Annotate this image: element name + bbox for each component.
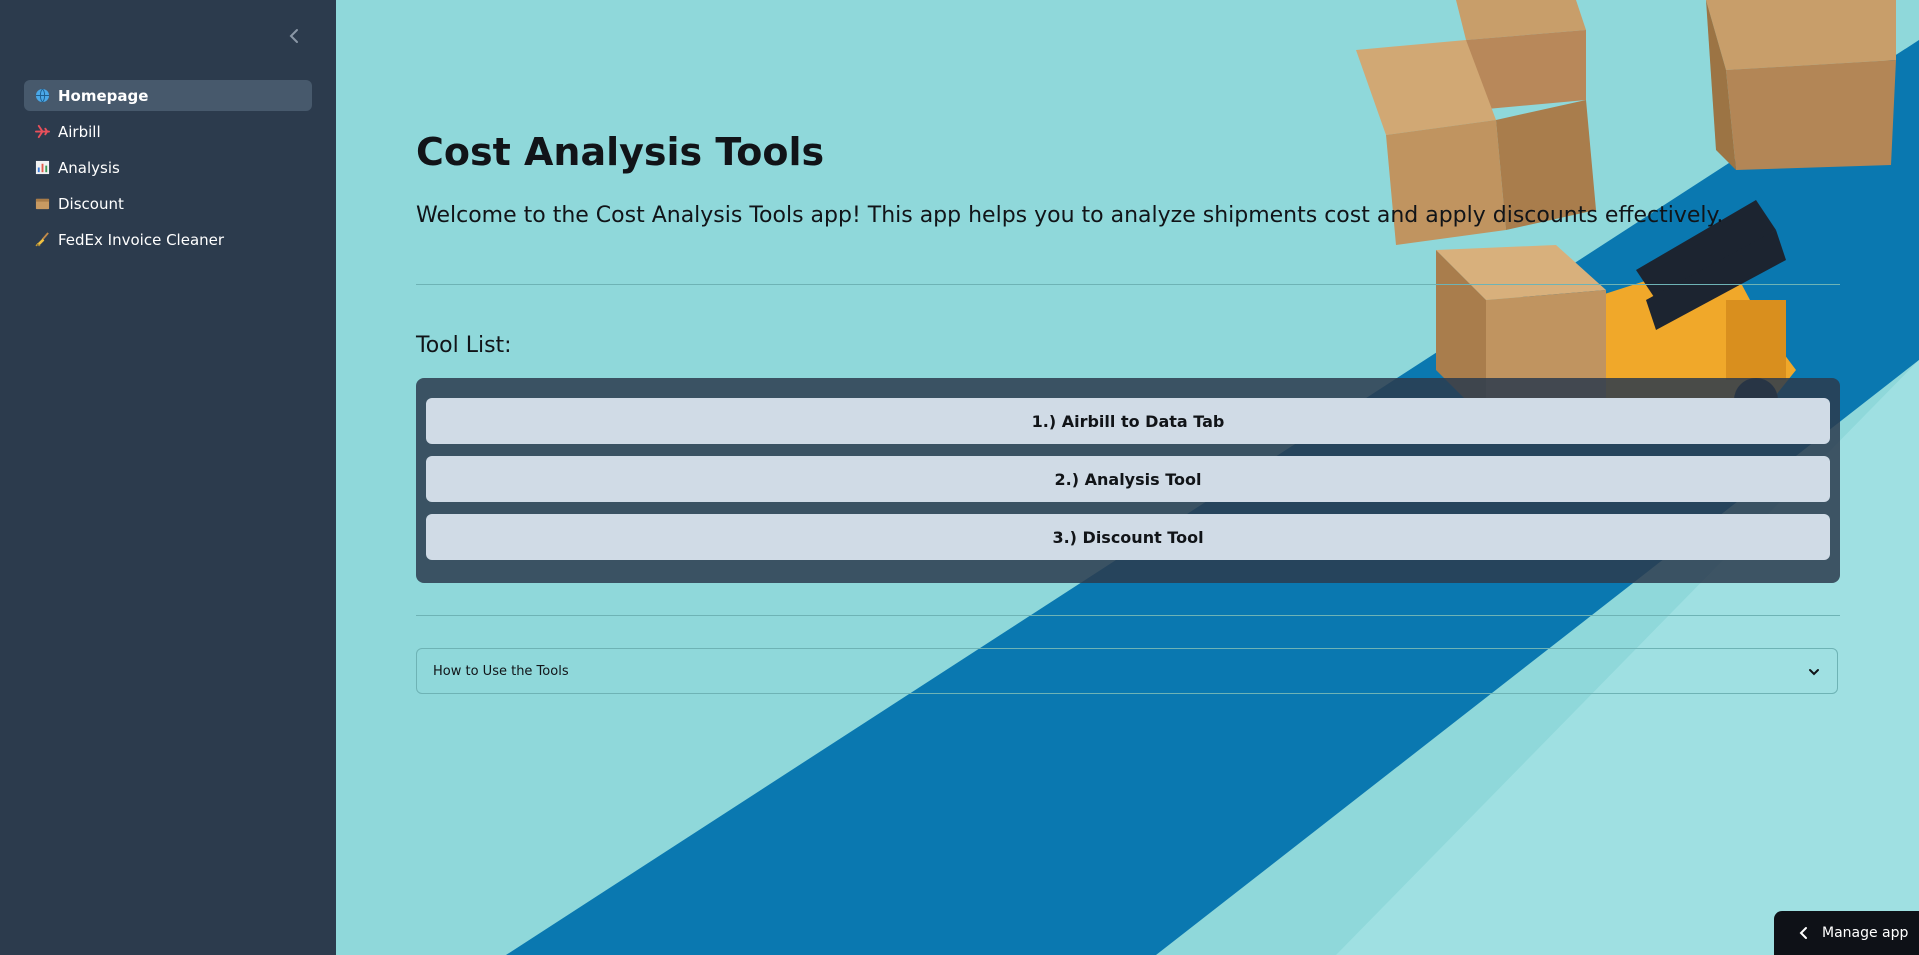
- manage-app-label: Manage app: [1822, 925, 1909, 941]
- how-to-use-expander[interactable]: How to Use the Tools: [416, 648, 1838, 694]
- discount-tool-button[interactable]: 3.) Discount Tool: [426, 514, 1830, 560]
- page-title: Cost Analysis Tools: [416, 130, 825, 174]
- sidebar-item-label: Discount: [58, 194, 124, 213]
- analysis-tool-button[interactable]: 2.) Analysis Tool: [426, 456, 1830, 502]
- main-content: Cost Analysis Tools Welcome to the Cost …: [336, 0, 1919, 955]
- collapse-sidebar-button[interactable]: [284, 26, 304, 50]
- sidebar-item-discount[interactable]: Discount: [24, 188, 312, 219]
- box-icon: [34, 196, 50, 212]
- airbill-to-data-tab-button[interactable]: 1.) Airbill to Data Tab: [426, 398, 1830, 444]
- sidebar-item-homepage[interactable]: Homepage: [24, 80, 312, 111]
- sidebar-item-label: FedEx Invoice Cleaner: [58, 230, 225, 249]
- tool-list-heading: Tool List:: [416, 333, 512, 358]
- airplane-icon: [34, 124, 50, 140]
- sidebar-item-fedex-invoice-cleaner[interactable]: FedEx Invoice Cleaner: [24, 224, 312, 255]
- manage-app-button[interactable]: Manage app: [1774, 911, 1919, 955]
- chevron-left-icon: [288, 28, 300, 48]
- sidebar-item-analysis[interactable]: Analysis: [24, 152, 312, 183]
- chevron-left-icon: [1798, 926, 1808, 940]
- sidebar-item-label: Airbill: [58, 122, 101, 141]
- divider: [416, 284, 1840, 285]
- globe-icon: [34, 88, 50, 104]
- sidebar: Homepage Airbill Analysis Discount FedEx…: [0, 0, 336, 955]
- sidebar-item-airbill[interactable]: Airbill: [24, 116, 312, 147]
- sidebar-nav: Homepage Airbill Analysis Discount FedEx…: [24, 80, 312, 260]
- expander-label: How to Use the Tools: [433, 663, 569, 679]
- bar-chart-icon: [34, 160, 50, 176]
- cardboard-box-right: [1706, 0, 1896, 170]
- sidebar-item-label: Homepage: [58, 86, 149, 105]
- page-subtitle: Welcome to the Cost Analysis Tools app! …: [416, 203, 1724, 228]
- tool-list-panel: 1.) Airbill to Data Tab 2.) Analysis Too…: [416, 378, 1840, 583]
- sidebar-item-label: Analysis: [58, 158, 120, 177]
- divider: [416, 615, 1840, 616]
- broom-icon: [34, 232, 50, 248]
- chevron-down-icon: [1807, 662, 1821, 681]
